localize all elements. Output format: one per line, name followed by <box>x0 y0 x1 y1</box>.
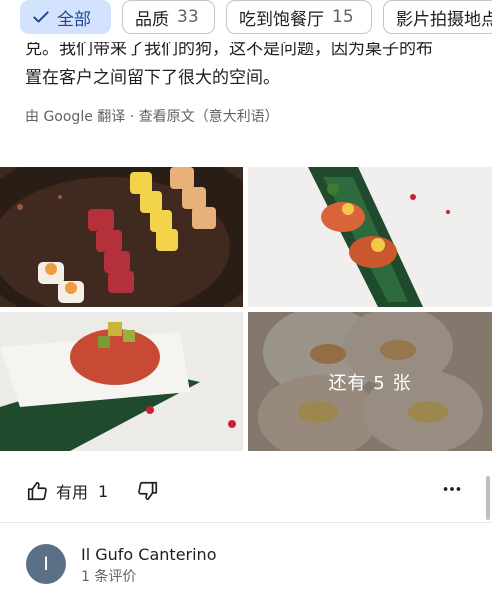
divider <box>0 522 492 523</box>
chip-buffet-label: 吃到饱餐厅 <box>239 9 324 30</box>
review-text-line-1: 兑。我们带来了我们的狗，这不是问题，因为桌子的布 <box>25 42 433 57</box>
chip-all[interactable]: 全部 <box>20 0 111 34</box>
chip-buffet[interactable]: 吃到饱餐厅 15 <box>226 0 372 34</box>
chip-buffet-count: 15 <box>332 7 354 27</box>
review-photo-1[interactable] <box>0 167 243 307</box>
helpful-button[interactable]: 有用 1 <box>26 479 108 503</box>
chip-filming-location[interactable]: 影片拍摄地点 <box>383 0 492 34</box>
review-actions: 有用 1 <box>0 474 492 510</box>
translation-note[interactable]: 由 Google 翻译 · 查看原文（意大利语） <box>25 106 279 126</box>
avatar-initial: I <box>43 553 49 575</box>
check-icon <box>33 11 49 23</box>
chip-quality[interactable]: 品质 33 <box>122 0 215 34</box>
not-helpful-button[interactable] <box>137 480 159 502</box>
chip-quality-count: 33 <box>177 7 199 27</box>
thumbs-down-icon <box>138 481 158 501</box>
helpful-count: 1 <box>98 481 109 501</box>
review-text-line-2: 置在客户之间留下了很大的空间。 <box>25 68 280 88</box>
helpful-label: 有用 <box>56 483 89 502</box>
sushi-rolls-photo <box>0 167 243 307</box>
filter-chips-row: 全部 品质 33 吃到饱餐厅 15 影片拍摄地点 <box>0 0 492 38</box>
reviewer-name[interactable]: Il Gufo Canterino <box>81 545 216 564</box>
review-body: 兑。我们带来了我们的狗，这不是问题，因为桌子的布 置在客户之间留下了很大的空间。 <box>25 42 492 93</box>
thumbs-up-icon <box>27 481 47 501</box>
more-photos-label: 还有 5 张 <box>328 372 412 394</box>
reviewer-review-count: 1 条评价 <box>81 569 137 585</box>
more-options-button[interactable] <box>441 478 463 500</box>
review-photo-4[interactable]: 还有 5 张 <box>248 312 492 451</box>
avatar[interactable]: I <box>26 544 66 584</box>
tartare-leaf-photo <box>248 167 492 307</box>
chip-quality-label: 品质 <box>135 9 169 30</box>
scrollbar-thumb[interactable] <box>486 476 490 520</box>
review-photo-2[interactable] <box>248 167 492 307</box>
chip-filming-location-label: 影片拍摄地点 <box>396 9 492 30</box>
review-photo-3[interactable] <box>0 312 243 451</box>
tuna-tartare-photo <box>0 312 243 451</box>
more-photos-overlay[interactable]: 还有 5 张 <box>248 312 492 451</box>
chip-all-label: 全部 <box>57 9 91 30</box>
more-horizontal-icon <box>443 487 461 491</box>
